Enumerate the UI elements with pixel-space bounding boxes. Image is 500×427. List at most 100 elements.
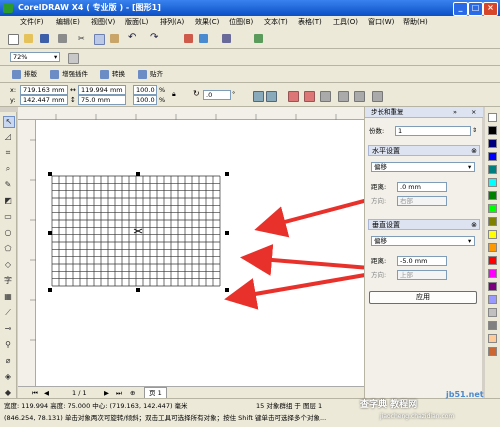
collapse-up-icon[interactable]: ⊗ [471, 220, 477, 230]
mirror-horizontal-icon[interactable] [253, 91, 264, 102]
interactive-fill-icon[interactable]: ◆ [3, 388, 13, 398]
x-position-field[interactable]: 719.163 mm [20, 85, 68, 95]
selection-handle[interactable] [225, 288, 229, 292]
fill-tool-icon[interactable]: ◈ [3, 372, 13, 382]
group-icon[interactable] [320, 91, 331, 102]
crop-tool-icon[interactable]: ⌗ [3, 148, 13, 158]
menu-arrange[interactable]: 排列(A) [160, 16, 184, 29]
palette-swatch[interactable] [488, 269, 497, 278]
palette-swatch[interactable] [488, 217, 497, 226]
docker-close-icon[interactable]: × [471, 107, 476, 117]
selection-handle[interactable] [48, 231, 52, 235]
polygon-tool-icon[interactable]: ⬠ [3, 244, 13, 254]
next-page-icon[interactable]: ▶ [104, 388, 109, 398]
grid-drawing[interactable] [36, 120, 364, 386]
export-icon[interactable] [199, 34, 208, 43]
height-field[interactable]: 75.0 mm [78, 95, 126, 105]
dimension-tool-icon[interactable]: ⟋ [3, 308, 13, 318]
selection-handle[interactable] [225, 172, 229, 176]
palette-swatch[interactable] [488, 165, 497, 174]
palette-swatch[interactable] [488, 126, 497, 135]
palette-swatch[interactable] [488, 295, 497, 304]
spinner-icon[interactable]: ⇕ [472, 126, 477, 136]
add-page-icon[interactable]: ⊕ [130, 388, 135, 398]
menu-layout[interactable]: 版面(L) [125, 16, 148, 29]
menu-effects[interactable]: 效果(C) [195, 16, 219, 29]
palette-swatch[interactable] [488, 347, 497, 356]
y-position-field[interactable]: 142.447 mm [20, 95, 68, 105]
ellipse-tool-icon[interactable]: ○ [3, 228, 13, 238]
vertical-settings-header[interactable]: 垂直设置 ⊗ [368, 219, 480, 230]
menu-text[interactable]: 文本(T) [264, 16, 288, 29]
zoom-options-icon[interactable] [68, 53, 79, 64]
vertical-direction-select[interactable]: 上部 [397, 270, 447, 280]
menu-view[interactable]: 视图(V) [91, 16, 115, 29]
collapse-up-icon[interactable]: ⊗ [471, 146, 477, 156]
copies-field[interactable]: 1 [395, 126, 471, 136]
tab-enhance-plugin[interactable]: 增强插件 [62, 69, 88, 79]
ungroup-icon[interactable] [288, 91, 299, 102]
menu-tools[interactable]: 工具(O) [333, 16, 358, 29]
text-tool-icon[interactable]: 字 [3, 276, 13, 286]
palette-swatch[interactable] [488, 191, 497, 200]
tab-layout[interactable]: 排版 [24, 69, 37, 79]
selection-handle[interactable] [136, 288, 140, 292]
copy-icon[interactable] [94, 34, 105, 45]
zoom-level-select[interactable]: 72% [10, 52, 60, 62]
palette-swatch[interactable] [488, 334, 497, 343]
palette-swatch[interactable] [488, 152, 497, 161]
rectangle-tool-icon[interactable]: ▭ [3, 212, 13, 222]
horizontal-direction-select[interactable]: 右部 [397, 196, 447, 206]
zoom-tool-icon[interactable]: ⌕ [3, 164, 13, 174]
chevron-down-icon[interactable]: ▾ [468, 162, 471, 172]
palette-swatch[interactable] [488, 321, 497, 330]
rotation-field[interactable]: .0 [203, 90, 231, 100]
break-apart-icon[interactable] [354, 91, 365, 102]
outline-tool-icon[interactable]: ⌀ [3, 356, 13, 366]
freehand-tool-icon[interactable]: ✎ [3, 180, 13, 190]
palette-swatch[interactable] [488, 204, 497, 213]
menu-help[interactable]: 帮助(H) [403, 16, 428, 29]
save-icon[interactable] [40, 34, 49, 43]
new-document-icon[interactable] [8, 34, 19, 45]
menu-window[interactable]: 窗口(W) [368, 16, 394, 29]
horizontal-mode-select[interactable]: 偏移 [371, 162, 475, 172]
menu-bitmaps[interactable]: 位图(B) [229, 16, 253, 29]
application-launcher-icon[interactable] [222, 34, 231, 43]
scale-x-field[interactable]: 100.0 [133, 85, 157, 95]
scale-y-field[interactable]: 100.0 [133, 95, 157, 105]
basic-shapes-icon[interactable]: ◇ [3, 260, 13, 270]
prev-page-icon[interactable]: ◀ [44, 388, 49, 398]
open-icon[interactable] [24, 34, 33, 43]
welcome-screen-icon[interactable] [254, 34, 263, 43]
undo-icon[interactable]: ↶ [128, 33, 137, 43]
paste-icon[interactable] [110, 34, 119, 43]
vertical-distance-field[interactable]: -5.0 mm [397, 256, 447, 266]
redo-icon[interactable]: ↷ [150, 33, 159, 43]
connector-tool-icon[interactable]: ⊸ [3, 324, 13, 334]
horizontal-settings-header[interactable]: 水平设置 ⊗ [368, 145, 480, 156]
docker-collapse-icon[interactable]: » [453, 107, 457, 117]
shape-tool-icon[interactable]: ◿ [3, 132, 13, 142]
combine-icon[interactable] [338, 91, 349, 102]
menu-table[interactable]: 表格(T) [298, 16, 322, 29]
chevron-down-icon[interactable]: ▾ [54, 52, 57, 62]
pick-tool-icon[interactable]: ↖ [3, 116, 15, 128]
tab-convert[interactable]: 转换 [112, 69, 125, 79]
width-field[interactable]: 119.994 mm [78, 85, 126, 95]
apply-button[interactable]: 应用 [369, 291, 477, 304]
drawing-canvas[interactable] [36, 120, 364, 386]
close-button[interactable]: × [483, 2, 498, 16]
vertical-mode-select[interactable]: 偏移 [371, 236, 475, 246]
horizontal-distance-field[interactable]: .0 mm [397, 182, 447, 192]
table-tool-icon[interactable]: ▦ [3, 292, 13, 302]
align-icon[interactable] [372, 91, 383, 102]
cut-icon[interactable]: ✂ [78, 34, 87, 43]
chevron-down-icon[interactable]: ▾ [468, 236, 471, 246]
last-page-icon[interactable]: ⏭ [116, 388, 122, 398]
tab-snap[interactable]: 贴齐 [150, 69, 163, 79]
menu-edit[interactable]: 编辑(E) [56, 16, 80, 29]
print-icon[interactable] [58, 34, 67, 43]
palette-swatch[interactable] [488, 113, 497, 122]
eyedropper-tool-icon[interactable]: ⚲ [3, 340, 13, 350]
